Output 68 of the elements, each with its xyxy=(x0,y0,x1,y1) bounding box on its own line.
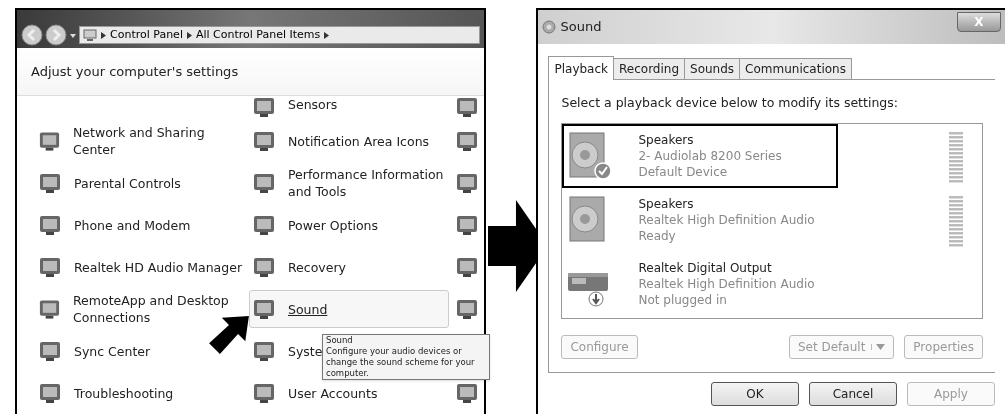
applet-icon xyxy=(455,256,479,278)
tooltip: Sound Configure your audio devices or change the sound scheme for your computer. xyxy=(322,334,490,380)
breadcrumb-link[interactable]: All Control Panel Items xyxy=(195,27,321,44)
volume-meter-drawing xyxy=(949,195,964,247)
control-panel-item[interactable]: Realtek HD Audio Manager xyxy=(35,256,243,278)
control-panel-item[interactable]: Sync Center xyxy=(35,340,151,362)
control-panel-item[interactable]: Parental Controls xyxy=(35,172,181,194)
address-bar[interactable]: Control Panel All Control Panel Items xyxy=(79,26,480,45)
forward-button[interactable] xyxy=(45,24,67,47)
applet-icon xyxy=(455,130,479,152)
applet-icon xyxy=(38,214,62,236)
volume-meter-drawing xyxy=(949,131,964,183)
control-panel-item[interactable]: Recovery xyxy=(249,256,346,278)
device-description: Realtek High Definition Audio xyxy=(638,275,816,292)
control-panel-item[interactable]: Troubleshooting xyxy=(35,382,174,404)
tab[interactable]: Sounds xyxy=(684,58,741,79)
applet-icon xyxy=(38,172,62,194)
device-status: Default Device xyxy=(638,163,729,180)
control-panel-item[interactable]: Sound xyxy=(249,290,449,328)
applet-icon xyxy=(455,298,479,320)
pointer-arrow-drawing xyxy=(209,316,249,354)
device-name: Speakers xyxy=(638,131,695,148)
applet-icon xyxy=(38,298,61,320)
control-panel-item[interactable]: User Accounts xyxy=(249,382,378,404)
applet-icon xyxy=(252,172,276,194)
computer-icon xyxy=(83,29,97,42)
applet-icon xyxy=(252,340,276,362)
dialog-button[interactable]: Cancel xyxy=(809,381,897,406)
tab[interactable]: Recording xyxy=(613,58,686,79)
applet-icon xyxy=(455,172,479,194)
device-description: Realtek High Definition Audio xyxy=(638,211,816,228)
instruction-text: Select a playback device below to modify its settings: xyxy=(561,94,899,112)
applet-icon xyxy=(252,298,276,320)
applet-icon xyxy=(38,256,62,278)
control-panel-item[interactable]: Syste xyxy=(249,340,323,362)
tab[interactable]: Communications xyxy=(739,58,852,79)
device-item[interactable]: Speakers Realtek High Definition Audio Ready xyxy=(562,187,982,252)
control-panel-item[interactable]: Power Options xyxy=(249,214,378,236)
device-description: 2- Audiolab 8200 Series xyxy=(638,147,783,164)
device-name: Realtek Digital Output xyxy=(638,259,773,276)
device-name: Speakers xyxy=(638,195,695,212)
applet-icon xyxy=(455,382,479,404)
window-title: Sound xyxy=(560,18,603,37)
separator-icon xyxy=(101,31,106,39)
applet-icon xyxy=(252,256,276,278)
applet-icon xyxy=(38,340,62,362)
applet-icon xyxy=(455,96,479,118)
separator-icon xyxy=(324,31,330,39)
device-item[interactable]: Realtek Digital Output Realtek High Definition Audio Not plugged in xyxy=(562,251,982,316)
applet-icon xyxy=(252,214,276,236)
applet-icon xyxy=(38,382,62,404)
applet-icon xyxy=(252,130,276,152)
device-status: Not plugged in xyxy=(638,291,728,308)
separator-icon xyxy=(186,31,192,39)
dialog-button[interactable]: OK xyxy=(711,381,799,406)
control-panel-item[interactable]: Phone and Modem xyxy=(35,214,191,236)
tab[interactable]: Playback xyxy=(548,56,614,80)
back-button[interactable] xyxy=(21,24,43,47)
control-panel-item[interactable]: Sensors xyxy=(249,96,338,118)
applet-icon xyxy=(252,96,276,118)
speaker-icon xyxy=(542,20,557,34)
applet-icon xyxy=(252,382,276,404)
applet-icon xyxy=(455,214,479,236)
control-panel-item[interactable]: Notification Area Icons xyxy=(249,130,430,152)
page-heading: Adjust your computer's settings xyxy=(31,62,239,81)
device-status: Ready xyxy=(638,227,677,244)
applet-icon xyxy=(38,130,61,152)
breadcrumb-link[interactable]: Control Panel xyxy=(110,27,183,44)
